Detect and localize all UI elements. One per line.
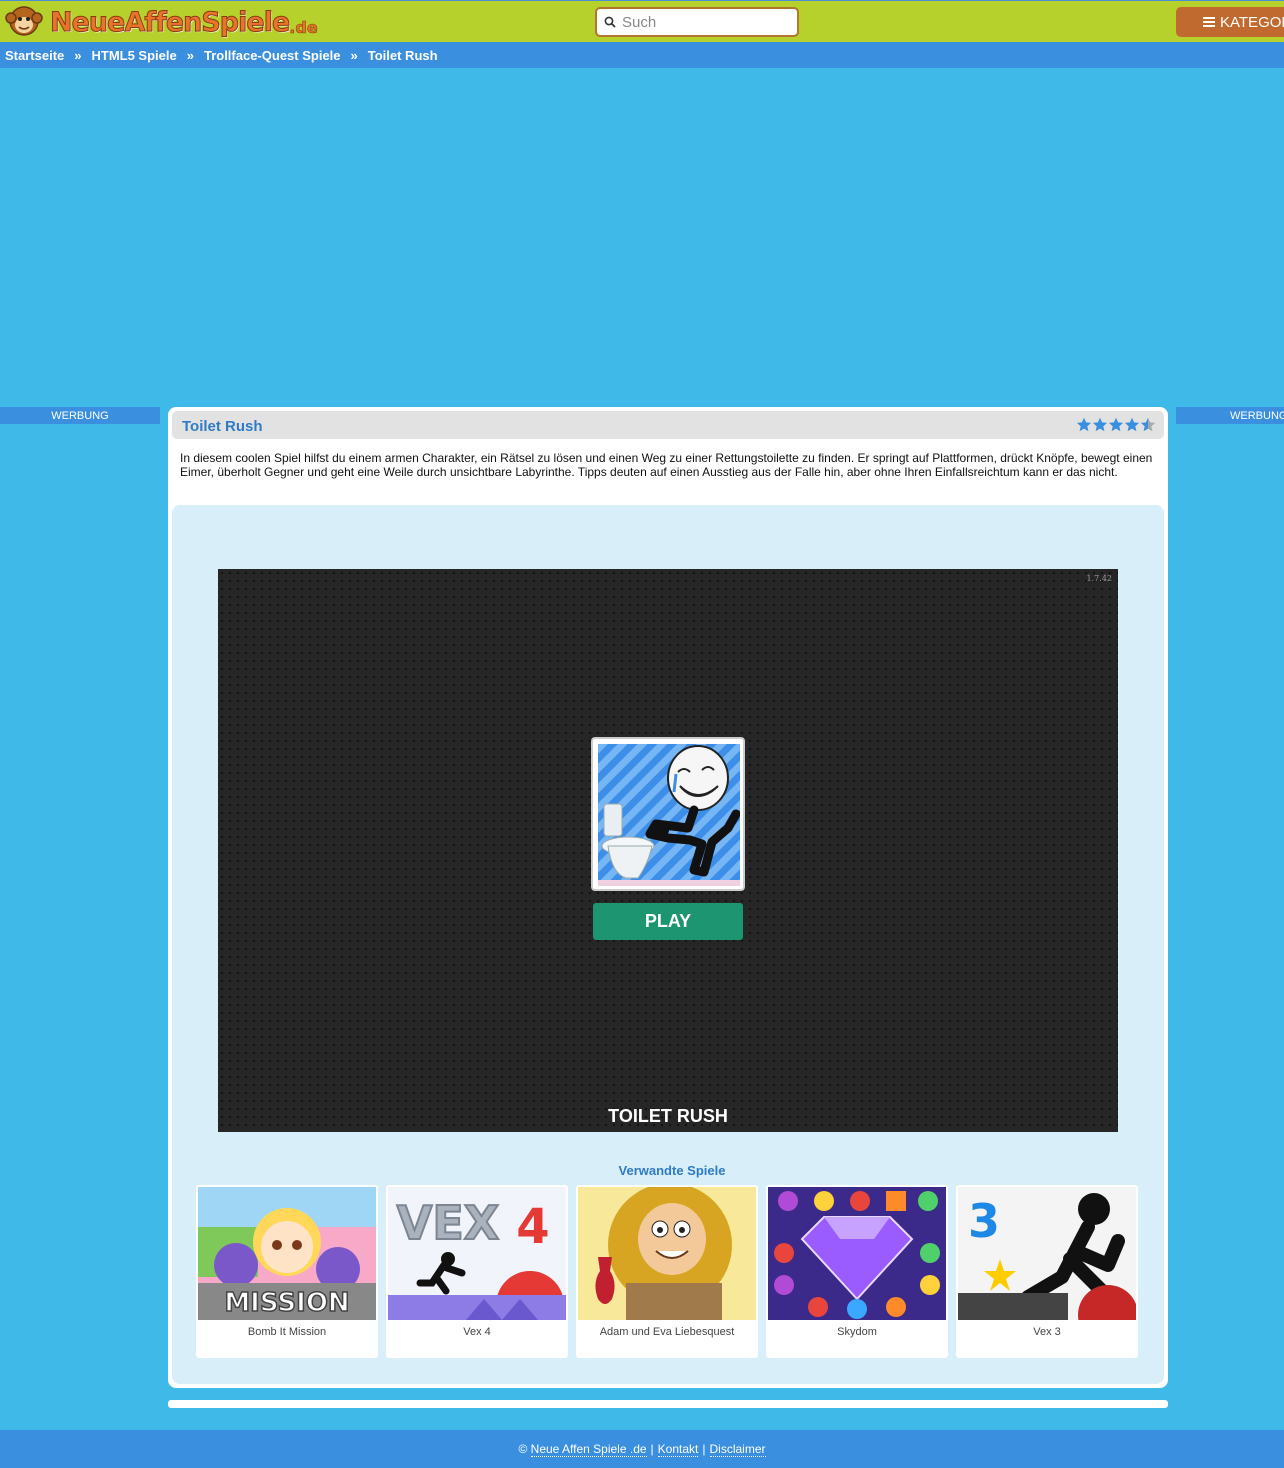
menu-icon (1203, 17, 1215, 27)
star-icon[interactable] (1092, 417, 1108, 433)
game-title: Toilet Rush (182, 418, 263, 435)
site-header: NeueAffenSpiele .de KATEGORIEN (0, 0, 1284, 42)
breadcrumb-separator: » (350, 47, 358, 63)
footer-separator: | (650, 1442, 654, 1456)
game-area: 1.7.42 PLAY TOILET RUSH Verwandte Spiele… (172, 505, 1164, 1384)
vex-3-image: 3 (958, 1187, 1136, 1320)
star-icon[interactable] (1140, 417, 1156, 433)
bomb-it-mission-logo-text: MISSION (224, 1288, 349, 1318)
adam-und-eva-image (578, 1187, 756, 1320)
related-game-thumbnail[interactable] (578, 1187, 756, 1320)
footer-disclaimer-link[interactable]: Disclaimer (709, 1442, 766, 1457)
vex-4-image: VEX 4 (388, 1187, 566, 1320)
game-title-bar: Toilet Rush (172, 411, 1164, 439)
related-game-name[interactable]: Skydom (766, 1326, 948, 1338)
game-thumbnail[interactable] (591, 737, 745, 891)
related-game-bomb-it-mission[interactable]: MISSION Bomb It Mission (196, 1185, 378, 1358)
trollface-toilet-image (598, 744, 740, 886)
breadcrumb-current[interactable]: Toilet Rush (368, 48, 438, 63)
footer-contact-link[interactable]: Kontakt (657, 1442, 699, 1457)
game-panel: Toilet Rush In diesem coolen Spiel hilfs… (168, 407, 1168, 1388)
categories-label: KATEGORIEN (1220, 13, 1284, 31)
related-game-name[interactable]: Vex 4 (386, 1326, 568, 1338)
related-game-thumbnail[interactable]: MISSION (198, 1187, 376, 1320)
related-game-name[interactable]: Vex 3 (956, 1326, 1138, 1338)
game-description: In diesem coolen Spiel hilfst du einem a… (180, 451, 1153, 479)
related-games-list: MISSION Bomb It Mission VEX 4 Vex 4 Adam… (196, 1185, 1138, 1358)
splash-game-name: TOILET RUSH (608, 1106, 728, 1126)
bottom-divider (168, 1400, 1168, 1408)
footer-separator: | (702, 1442, 706, 1456)
related-game-skydom[interactable]: Skydom (766, 1185, 948, 1358)
breadcrumb-trollface[interactable]: Trollface-Quest Spiele (204, 48, 341, 63)
site-logo[interactable]: NeueAffenSpiele .de (4, 3, 318, 41)
vex-logo-text: VEX (397, 1196, 500, 1250)
bomb-it-mission-image: MISSION (198, 1187, 376, 1320)
search-input[interactable] (622, 13, 792, 31)
related-game-name[interactable]: Bomb It Mission (196, 1326, 378, 1338)
breadcrumb-html5[interactable]: HTML5 Spiele (91, 48, 176, 63)
related-game-adam-und-eva[interactable]: Adam und Eva Liebesquest (576, 1185, 758, 1358)
breadcrumb: Startseite » HTML5 Spiele » Trollface-Qu… (0, 42, 1284, 68)
search-box (595, 7, 799, 37)
related-game-thumbnail[interactable]: 3 (958, 1187, 1136, 1320)
skydom-image (768, 1187, 946, 1320)
categories-button[interactable]: KATEGORIEN (1176, 7, 1284, 37)
vex-3-number-text: 3 (968, 1194, 1000, 1248)
play-button[interactable]: PLAY (593, 903, 743, 940)
star-icon[interactable] (1108, 417, 1124, 433)
copyright-symbol: © (518, 1442, 528, 1456)
breadcrumb-separator: » (186, 47, 194, 63)
ad-label-right: WERBUNG (1176, 407, 1284, 424)
related-game-vex-3[interactable]: 3 Vex 3 (956, 1185, 1138, 1358)
related-game-thumbnail[interactable]: VEX 4 (388, 1187, 566, 1320)
game-version: 1.7.42 (1086, 574, 1112, 583)
rating-stars[interactable] (1076, 417, 1156, 433)
site-footer: © Neue Affen Spiele .de | Kontakt | Disc… (0, 1430, 1284, 1468)
ad-label-left: WERBUNG (0, 407, 160, 424)
game-canvas[interactable]: 1.7.42 PLAY TOILET RUSH (218, 569, 1118, 1132)
related-game-name[interactable]: Adam und Eva Liebesquest (576, 1326, 758, 1338)
monkey-logo-icon (5, 6, 43, 36)
search-icon[interactable] (604, 16, 616, 28)
footer-site-link[interactable]: Neue Affen Spiele .de (530, 1442, 647, 1457)
logo-tld: .de (289, 17, 318, 37)
star-icon[interactable] (1124, 417, 1140, 433)
breadcrumb-separator: » (74, 47, 82, 63)
related-games-heading: Verwandte Spiele (618, 1163, 726, 1178)
vex-number-text: 4 (516, 1199, 549, 1255)
related-game-thumbnail[interactable] (768, 1187, 946, 1320)
star-icon[interactable] (1076, 417, 1092, 433)
related-game-vex-4[interactable]: VEX 4 Vex 4 (386, 1185, 568, 1358)
logo-text: NeueAffenSpiele (49, 6, 290, 38)
breadcrumb-home[interactable]: Startseite (5, 48, 64, 63)
